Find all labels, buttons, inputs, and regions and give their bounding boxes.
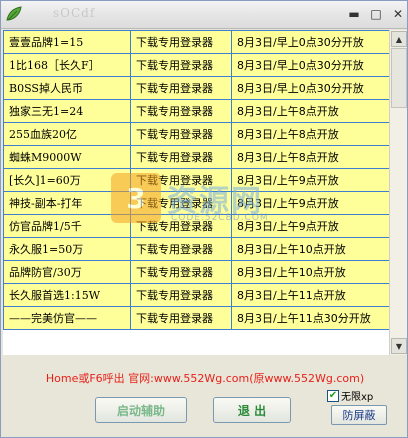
exit-button[interactable]: 退 出: [213, 397, 291, 423]
scroll-up-button[interactable]: ▲: [391, 31, 407, 47]
main-window: sOCdf ▬ □ ✕ 壹壹品牌1=15 下载专用登录器 8月3日/早上0点30分开…: [0, 0, 408, 438]
login-cell[interactable]: 下载专用登录器: [130, 283, 232, 307]
login-cell[interactable]: 下载专用登录器: [130, 214, 232, 238]
vertical-scrollbar[interactable]: ▲ ▼: [389, 30, 407, 355]
login-cell[interactable]: 下载专用登录器: [130, 168, 232, 192]
open-time-cell[interactable]: 8月3日/上午8点开放: [231, 122, 389, 146]
window-title: sOCdf: [53, 6, 96, 20]
minimize-button[interactable]: ▬: [345, 5, 363, 23]
server-row[interactable]: [长久]1=60万 下载专用登录器 8月3日/上午9点开放: [3, 168, 389, 192]
server-row[interactable]: 蜘蛛M9000W 下载专用登录器 8月3日/上午8点开放: [3, 145, 389, 169]
server-row[interactable]: 神技-副本-打年 下载专用登录器 8月3日/上午9点开放: [3, 191, 389, 215]
login-cell[interactable]: 下载专用登录器: [130, 53, 232, 77]
server-row[interactable]: 永久服1=50万 下载专用登录器 8月3日/上午10点开放: [3, 237, 389, 261]
open-time-cell[interactable]: 8月3日/上午8点开放: [231, 99, 389, 123]
login-cell[interactable]: 下载专用登录器: [130, 99, 232, 123]
unlimited-xp-option[interactable]: ✔ 无限xp: [327, 388, 373, 403]
server-name-cell[interactable]: 长久服首选1:15W: [3, 283, 131, 307]
server-row[interactable]: 壹壹品牌1=15 下载专用登录器 8月3日/早上0点30分开放: [3, 30, 389, 54]
start-assist-button[interactable]: 启动辅助: [95, 397, 187, 423]
login-cell[interactable]: 下载专用登录器: [130, 237, 232, 261]
server-row[interactable]: 1比168［长久F］ 下载专用登录器 8月3日/早上0点30分开放: [3, 53, 389, 77]
server-name-cell[interactable]: B0SS掉人民币: [3, 76, 131, 100]
open-time-cell[interactable]: 8月3日/上午11点开放: [231, 283, 389, 307]
server-name-cell[interactable]: [长久]1=60万: [3, 168, 131, 192]
open-time-cell[interactable]: 8月3日/上午8点开放: [231, 145, 389, 169]
login-cell[interactable]: 下载专用登录器: [130, 76, 232, 100]
open-time-cell[interactable]: 8月3日/早上0点30分开放: [231, 53, 389, 77]
server-name-cell[interactable]: 神技-副本-打年: [3, 191, 131, 215]
unlimited-xp-label: 无限xp: [341, 392, 374, 403]
scroll-thumb[interactable]: [391, 48, 407, 108]
open-time-cell[interactable]: 8月3日/上午9点开放: [231, 191, 389, 215]
server-row[interactable]: B0SS掉人民币 下载专用登录器 8月3日/早上0点30分开放: [3, 76, 389, 100]
server-name-cell[interactable]: 品牌防官/30万: [3, 260, 131, 284]
server-list[interactable]: 壹壹品牌1=15 下载专用登录器 8月3日/早上0点30分开放 1比168［长久F］ 下…: [3, 30, 389, 355]
server-name-cell[interactable]: 独家三无1=24: [3, 99, 131, 123]
login-cell[interactable]: 下载专用登录器: [130, 260, 232, 284]
server-name-cell[interactable]: 255血族20亿: [3, 122, 131, 146]
server-table: 壹壹品牌1=15 下载专用登录器 8月3日/早上0点30分开放 1比168［长久F］ 下…: [3, 30, 389, 330]
open-time-cell[interactable]: 8月3日/上午9点开放: [231, 214, 389, 238]
server-row[interactable]: 仿官品牌1/5千 下载专用登录器 8月3日/上午9点开放: [3, 214, 389, 238]
close-button[interactable]: ✕: [389, 5, 407, 23]
login-cell[interactable]: 下载专用登录器: [130, 30, 232, 54]
app-leaf-icon: [5, 5, 23, 23]
server-row[interactable]: 长久服首选1:15W 下载专用登录器 8月3日/上午11点开放: [3, 283, 389, 307]
notice-text: Home或F6呼出 官网:www.552Wg.com(原www.552Wg.co…: [45, 372, 365, 385]
server-name-cell[interactable]: 永久服1=50万: [3, 237, 131, 261]
open-time-cell[interactable]: 8月3日/早上0点30分开放: [231, 76, 389, 100]
unlimited-xp-checkbox[interactable]: ✔: [327, 389, 339, 402]
anti-shield-button[interactable]: 防屏蔽: [331, 405, 387, 425]
title-bar[interactable]: sOCdf ▬ □ ✕: [1, 1, 407, 29]
open-time-cell[interactable]: 8月3日/上午11点30分开放: [231, 306, 389, 330]
scroll-down-button[interactable]: ▼: [391, 338, 407, 354]
server-name-cell[interactable]: 仿官品牌1/5千: [3, 214, 131, 238]
login-cell[interactable]: 下载专用登录器: [130, 122, 232, 146]
open-time-cell[interactable]: 8月3日/上午10点开放: [231, 237, 389, 261]
server-row[interactable]: 品牌防官/30万 下载专用登录器 8月3日/上午10点开放: [3, 260, 389, 284]
server-name-cell[interactable]: ——完美仿官——: [3, 306, 131, 330]
login-cell[interactable]: 下载专用登录器: [130, 306, 232, 330]
server-row[interactable]: 255血族20亿 下载专用登录器 8月3日/上午8点开放: [3, 122, 389, 146]
server-name-cell[interactable]: 1比168［长久F］: [3, 53, 131, 77]
server-row[interactable]: 独家三无1=24 下载专用登录器 8月3日/上午8点开放: [3, 99, 389, 123]
maximize-button[interactable]: □: [367, 5, 385, 23]
open-time-cell[interactable]: 8月3日/早上0点30分开放: [231, 30, 389, 54]
login-cell[interactable]: 下载专用登录器: [130, 145, 232, 169]
open-time-cell[interactable]: 8月3日/上午10点开放: [231, 260, 389, 284]
login-cell[interactable]: 下载专用登录器: [130, 191, 232, 215]
server-name-cell[interactable]: 蜘蛛M9000W: [3, 145, 131, 169]
server-name-cell[interactable]: 壹壹品牌1=15: [3, 30, 131, 54]
open-time-cell[interactable]: 8月3日/上午9点开放: [231, 168, 389, 192]
server-row[interactable]: ——完美仿官—— 下载专用登录器 8月3日/上午11点30分开放: [3, 306, 389, 330]
